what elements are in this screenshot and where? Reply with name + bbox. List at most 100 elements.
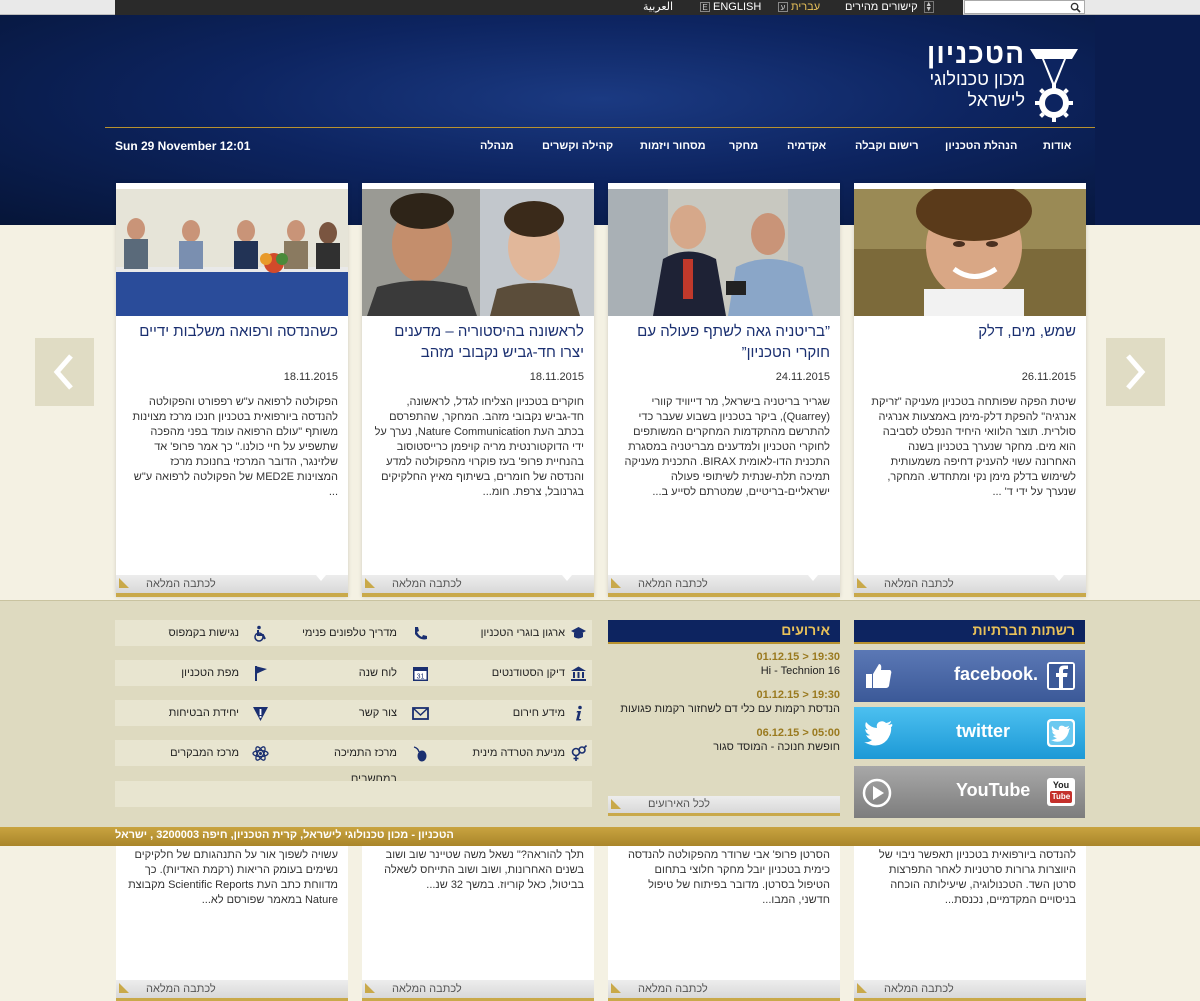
youtube-icon: You Tube [1047,778,1075,806]
chevron-right-icon [1126,354,1146,390]
link-campus-map[interactable]: מפת הטכניון [135,660,239,686]
twitter-button[interactable]: twitter [854,707,1085,759]
news-title[interactable]: שמש, מים, דלק [866,321,1076,342]
calendar-icon: 31 [413,667,428,681]
nav-item-community[interactable]: קהילה וקשרים [542,137,613,155]
lang-arabic-link[interactable]: العربية [643,0,673,15]
header-side-panel [1095,15,1200,225]
news-title[interactable]: לראשונה בהיסטוריה – מדענים יצרו חד-גביש … [374,321,584,363]
news-excerpt: תלך להוראה?" נשאל משה שטיינר שוב ושוב בש… [384,849,584,891]
logo-subtitle-1: מכון טכנולוגי [929,69,1025,89]
read-more-label: לכתבה המלאה [638,983,708,995]
news-date: 18.11.2015 [529,371,584,383]
lang-english-link[interactable]: E ENGLISH [700,0,761,15]
twitter-label: twitter [956,721,1010,741]
notch-icon [1054,575,1064,581]
event-item[interactable]: 19:30 < 01.12.15 הנדסת רקמות עם כלי דם ל… [608,688,840,717]
news-card-lower[interactable]: להנדסה ביורפואית בטכניון תאפשר ניבוי של … [854,846,1086,1001]
news-photo-panel [116,189,348,316]
social-header: רשתות חברתיות [854,620,1085,644]
phone-icon [415,627,427,640]
link-harassment-prevention[interactable]: מניעת הטרדה מינית [455,740,565,766]
event-item[interactable]: 19:30 < 01.12.15 Hi - Technion 16 [608,650,840,679]
search-box [964,0,1085,14]
read-more-link[interactable]: לכתבה המלאה [854,575,1086,597]
event-title: Hi - Technion 16 [760,665,840,677]
news-date: 24.11.2015 [775,371,830,383]
link-dean-of-students[interactable]: דיקן הסטודנטים [455,660,565,686]
nav-item-commercialization[interactable]: מסחור ויזמות [640,137,706,155]
news-excerpt: חוקרים בטכניון הצליחו לגדל, לראשונה, חד-… [374,396,584,498]
footer-address-bar: הטכניון - מכון טכנולוגי לישראל, קרית הטכ… [0,827,1200,846]
link-visitors-center[interactable]: מרכז המבקרים [135,740,239,766]
link-row-empty [115,781,592,807]
notch-icon [316,575,326,581]
news-date: 26.11.2015 [1021,371,1076,383]
link-safety-unit[interactable]: יחידת הבטיחות [135,700,239,726]
news-title[interactable]: ”בריטניה גאה לשתף פעולה עם חוקרי הטכניון… [620,321,830,363]
read-more-link[interactable]: לכתבה המלאה [116,980,348,1001]
search-input[interactable] [967,1,1067,13]
news-title[interactable]: כשהנדסה ורפואה משלבות ידיים [128,321,338,342]
envelope-icon [412,707,429,720]
facebook-button[interactable]: facebook. [854,650,1085,702]
events-header: אירועים [608,620,840,644]
technion-logo-icon[interactable] [1028,47,1080,123]
read-more-link[interactable]: לכתבה המלאה [608,575,840,597]
lang-english-label: ENGLISH [713,1,762,13]
nav-item-management[interactable]: הנהלת הטכניון [945,137,1017,155]
event-title: הנדסת רקמות עם כלי דם לשחזור רקמות פגועו… [620,703,840,715]
carousel-prev-button[interactable] [35,338,94,406]
link-phone-directory[interactable]: מדריך טלפונים פנימי [285,620,397,646]
nav-item-admissions[interactable]: רישום וקבלה [855,137,919,155]
notch-icon [808,575,818,581]
nav-divider [105,127,1095,128]
info-icon [576,705,582,721]
link-accessibility[interactable]: נגישות בקמפוס [135,620,239,646]
nav-item-academy[interactable]: אקדמיה [787,137,826,155]
link-row: מידע חירום צור קשר יחידת הבטיחות [115,700,592,726]
news-card[interactable]: שמש, מים, דלק 26.11.2015 שיטת הפקה שפותח… [854,183,1086,597]
news-card-lower[interactable]: עשויה לשפוך אור על התנהגותם של חלקיקים נ… [116,846,348,1001]
read-more-link[interactable]: לכתבה המלאה [362,575,594,597]
news-card[interactable]: ”בריטניה גאה לשתף פעולה עם חוקרי הטכניון… [608,183,840,597]
news-excerpt: הפקולטה לרפואה ע"ש רפפורט והפקולטה להנדס… [132,396,338,498]
event-item[interactable]: 05:00 < 06.12.15 חופשת חנוכה - המוסד סגו… [608,726,840,755]
logo-subtitle-2: לישראל [967,90,1025,110]
corner-triangle-icon [857,578,867,588]
corner-triangle-icon [611,983,621,993]
nav-item-research[interactable]: מחקר [729,137,758,155]
read-more-label: לכתבה המלאה [392,578,462,590]
carousel-next-button[interactable] [1106,338,1165,406]
youtube-button[interactable]: YouTube You Tube [854,766,1085,818]
quick-links-label: קישורים מהירים [845,1,918,13]
youtube-label: YouTube [956,780,1031,800]
read-more-link[interactable]: לכתבה המלאה [854,980,1086,1001]
search-icon[interactable] [1070,2,1081,13]
quick-links-dropdown[interactable]: קישורים מהירים ▲ ▼ [845,0,934,15]
read-more-link[interactable]: לכתבה המלאה [608,980,840,1001]
news-date: 18.11.2015 [283,371,338,383]
link-calendar[interactable]: לוח שנה [285,660,397,686]
news-card[interactable]: כשהנדסה ורפואה משלבות ידיים 18.11.2015 ה… [116,183,348,597]
link-contact-us[interactable]: צור קשר [285,700,397,726]
news-card-lower[interactable]: הסרטן פרופ' אבי שרודר מהפקולטה להנדסה כי… [608,846,840,1001]
read-more-link[interactable]: לכתבה המלאה [116,575,348,597]
nav-item-about[interactable]: אודות [1043,137,1071,155]
news-photo-portrait [854,189,1086,316]
read-more-link[interactable]: לכתבה המלאה [362,980,594,1001]
news-card-lower[interactable]: תלך להוראה?" נשאל משה שטיינר שוב ושוב בש… [362,846,594,1001]
atom-icon [252,746,269,761]
news-excerpt: להנדסה ביורפואית בטכניון תאפשר ניבוי של … [878,849,1076,906]
main-nav: Sun 29 November 12:01 אודות הנהלת הטכניו… [105,137,1095,159]
logo-text[interactable]: הטכניון מכון טכנולוגי לישראל [905,39,1025,111]
twitter-icon [1047,719,1075,747]
news-card[interactable]: לראשונה בהיסטוריה – מדענים יצרו חד-גביש … [362,183,594,597]
lang-hebrew-link[interactable]: ע עברית [778,0,820,15]
link-emergency-info[interactable]: מידע חירום [455,700,565,726]
utility-bar-dark [115,0,963,15]
link-alumni[interactable]: ארגון בוגרי הטכניון [455,620,565,646]
link-computer-support[interactable]: מרכז התמיכה במחשבים [285,740,397,785]
all-events-link[interactable]: לכל האירועים [608,796,840,816]
nav-item-administration[interactable]: מנהלה [480,137,514,155]
